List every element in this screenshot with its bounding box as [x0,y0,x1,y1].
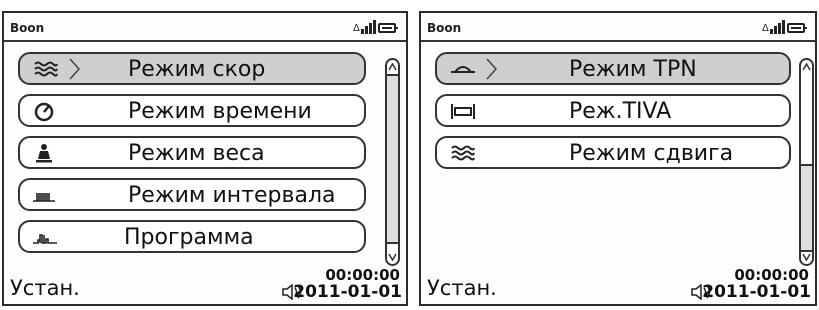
menu-item-label: Режим сдвига [569,141,734,166]
date-display: 2011-01-01 [293,282,402,302]
menu-item-interval-mode[interactable]: Режим интервала [18,178,366,211]
timer-icon [34,102,54,122]
pump-screen-extra-modes: Boon Δ Режим TPN Реж.TIVA Режим сдвига У… [419,11,817,306]
menu-item-speed-mode[interactable]: Режим скор [18,52,366,85]
signal-icon: Δ [353,18,376,34]
brand-label: Boon [10,21,45,35]
flow-waves-icon [34,61,58,77]
menu-item-tpn-mode[interactable]: Режим TPN [435,52,791,85]
person-weight-icon [36,144,52,163]
signal-icon: Δ [762,18,785,34]
menu-item-label: Режим времени [128,99,312,124]
status-indicators: Δ [353,18,398,34]
scroll-thumb[interactable] [801,164,812,252]
selection-chevron-icon [486,58,498,80]
menu-scrollbar[interactable] [385,58,400,266]
tpn-icon [451,66,475,73]
menu-item-label: Программа [124,225,254,250]
date-display: 2011-01-01 [702,282,811,302]
menu-item-program[interactable]: Программа [18,220,366,253]
interval-chart-icon [33,193,55,202]
menu-item-label: Режим скор [128,57,266,82]
menu-item-time-mode[interactable]: Режим времени [18,94,366,127]
scroll-down-icon[interactable] [388,253,397,261]
menu-item-tiva-mode[interactable]: Реж.TIVA [435,94,791,127]
status-bar: Boon Δ [421,13,815,42]
battery-icon [378,23,398,33]
scroll-up-icon[interactable] [388,63,397,71]
tiva-icon [451,104,475,119]
menu-item-weight-mode[interactable]: Режим веса [18,136,366,169]
program-chart-icon [33,234,57,244]
menu-item-shift-mode[interactable]: Режим сдвига [435,136,791,169]
status-indicators: Δ [762,18,807,34]
menu-item-label: Режим интервала [128,183,336,208]
settings-softkey[interactable]: Устан. [10,276,80,300]
menu-item-label: Режим веса [128,141,265,166]
menu-item-label: Режим TPN [569,57,697,82]
selection-chevron-icon [69,58,81,80]
scroll-up-icon[interactable] [802,63,811,71]
settings-softkey[interactable]: Устан. [427,276,497,300]
menu-scrollbar[interactable] [799,58,814,266]
shift-waves-icon [451,145,475,161]
pump-screen-main-menu: Boon Δ Режим скор Режим времени Режим ве… [2,11,408,306]
battery-icon [787,23,807,33]
menu-item-label: Реж.TIVA [569,99,672,124]
scroll-thumb[interactable] [387,74,398,244]
status-bar: Boon Δ [4,13,406,42]
brand-label: Boon [427,21,462,35]
scroll-down-icon[interactable] [802,253,811,261]
